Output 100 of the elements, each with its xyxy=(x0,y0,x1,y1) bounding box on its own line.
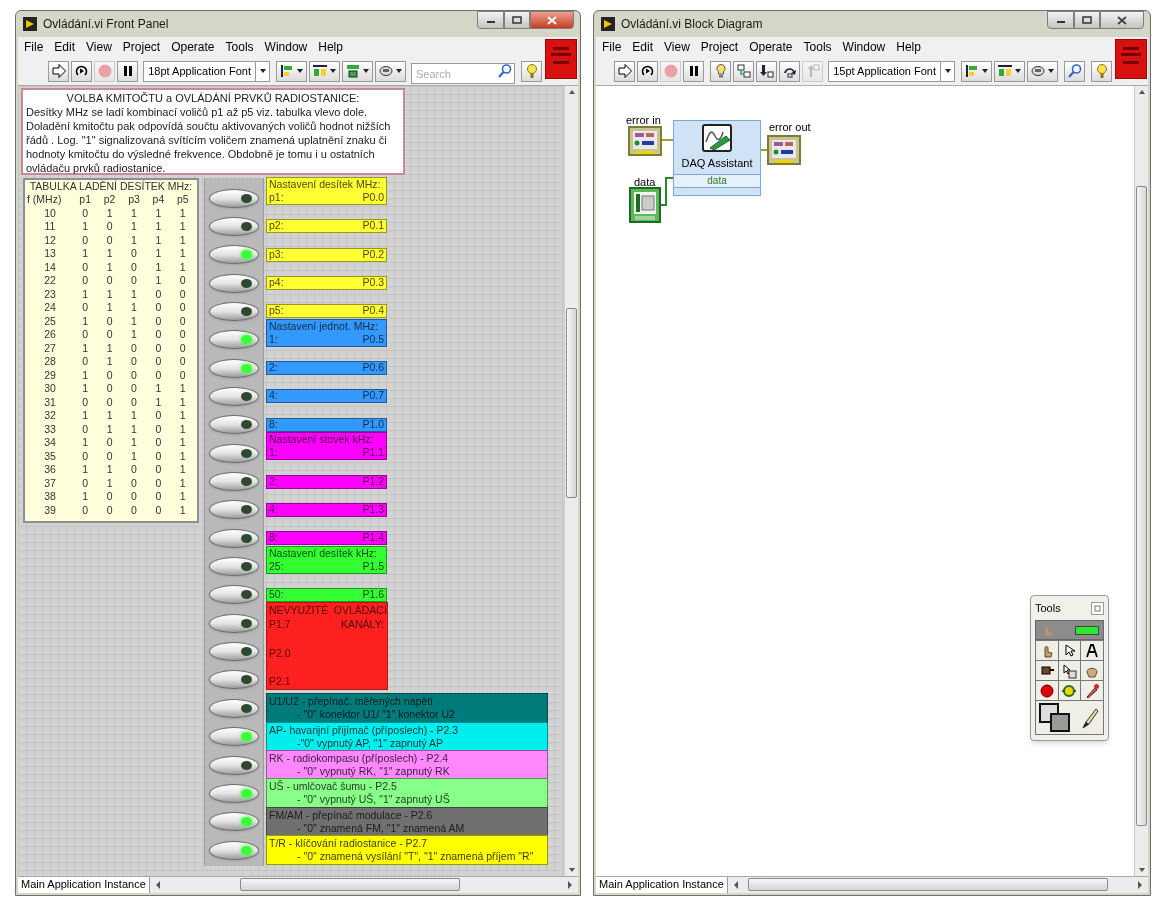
table-cell-text: 0 xyxy=(105,449,114,463)
terminal-label: error in xyxy=(626,113,661,128)
run-button[interactable] xyxy=(614,60,636,82)
table-cell-text: 10 xyxy=(43,206,57,220)
menu-item[interactable]: File xyxy=(602,38,622,56)
table-cell-text: 1 xyxy=(105,287,114,301)
menu-item[interactable]: Help xyxy=(896,38,921,56)
close-button[interactable] xyxy=(530,11,574,29)
table-cell-text: 1 xyxy=(178,503,187,517)
get-color-tool-button[interactable] xyxy=(1081,681,1103,700)
pause-button[interactable] xyxy=(117,60,139,82)
scrollbar-thumb[interactable] xyxy=(239,878,460,891)
table-cell-text: 0 xyxy=(130,355,138,369)
breakpoint-tool-button[interactable] xyxy=(1036,681,1058,700)
align-icon xyxy=(279,63,295,79)
font-dropdown[interactable]: 15pt Application Font xyxy=(828,60,955,82)
menu-item[interactable]: View xyxy=(664,38,690,56)
resize-icon xyxy=(345,63,361,79)
menu-item[interactable]: Operate xyxy=(749,38,793,56)
breakpoint-icon xyxy=(1038,682,1055,699)
menu-item[interactable]: Project xyxy=(700,38,739,56)
table-cell-text: 1 xyxy=(81,409,90,423)
probe-tool-button[interactable] xyxy=(1058,681,1081,700)
step-into-button[interactable] xyxy=(756,60,778,82)
zoom-icon xyxy=(1066,63,1083,79)
help-button[interactable] xyxy=(521,60,542,82)
reorder-dropdown[interactable] xyxy=(375,60,406,82)
step-over-button[interactable] xyxy=(779,60,801,82)
pin-name: P1.5 xyxy=(362,559,384,573)
minimize-button[interactable] xyxy=(477,11,504,29)
menu-item[interactable]: Edit xyxy=(54,38,76,56)
font-dropdown[interactable]: 18pt Application Font xyxy=(143,60,270,82)
pin-name: P0.5 xyxy=(362,332,384,346)
automatic-tool-button[interactable] xyxy=(1035,620,1104,640)
run-continuously-button[interactable] xyxy=(71,60,93,82)
menu-item[interactable]: Tools xyxy=(803,38,832,56)
menu-item[interactable]: Window xyxy=(842,38,886,56)
table-cell-text: 0 xyxy=(105,368,114,382)
close-button[interactable] xyxy=(1100,11,1144,29)
vertical-scrollbar[interactable] xyxy=(1134,86,1148,876)
group-header: Nastavení stovek kHz: xyxy=(269,433,375,447)
table-cell-text: 0 xyxy=(178,287,187,301)
distribute-objects-dropdown[interactable] xyxy=(309,60,340,82)
pause-button[interactable] xyxy=(683,60,705,82)
run-continuously-button[interactable] xyxy=(637,60,659,82)
pin-name: P0.7 xyxy=(362,389,384,403)
menu-item[interactable]: File xyxy=(24,38,44,56)
table-cell-text: 0 xyxy=(154,368,163,382)
table-cell-text: 0 xyxy=(130,274,138,288)
position-tool-button[interactable] xyxy=(1058,641,1081,660)
menu-item[interactable]: Edit xyxy=(632,38,654,56)
reorder-dropdown[interactable] xyxy=(1027,60,1058,82)
wiring-tool-button[interactable] xyxy=(1036,661,1058,680)
pin-name: P0.0 xyxy=(362,191,384,204)
cluster-terminal-icon[interactable] xyxy=(767,135,801,165)
menu-item[interactable]: Operate xyxy=(171,38,215,56)
table-cell-text: 1 xyxy=(105,422,114,436)
vertical-scrollbar[interactable] xyxy=(564,86,578,876)
highlight-execution-button[interactable] xyxy=(710,60,732,82)
channel-description: - "0" znamená vysílání "T", "1" znamená příjem "R" xyxy=(296,850,535,864)
operate-tool-button[interactable] xyxy=(1036,641,1058,660)
menu-item[interactable]: Project xyxy=(122,38,161,56)
caret-icon xyxy=(943,67,952,75)
column-header: p2 xyxy=(102,193,117,207)
resize-objects-dropdown[interactable] xyxy=(342,60,373,82)
table-cell-text: 0 xyxy=(154,301,163,315)
scroll-tool-button[interactable] xyxy=(1081,661,1103,680)
table-cell-text: 0 xyxy=(130,395,138,409)
channel-name: p1: xyxy=(269,191,284,204)
labeling-tool-button[interactable] xyxy=(1081,641,1103,660)
table-cell-text: 0 xyxy=(178,301,187,315)
help-button[interactable] xyxy=(1091,60,1112,82)
table-cell-text: 1 xyxy=(154,260,163,274)
maximize-button[interactable] xyxy=(504,11,530,29)
cluster-terminal-icon[interactable] xyxy=(628,126,662,156)
shortcut-menu-tool-button[interactable] xyxy=(1058,661,1081,680)
table-cell-text: 1 xyxy=(105,260,114,274)
menu-item[interactable]: Tools xyxy=(225,38,254,56)
minimize-button[interactable] xyxy=(1047,11,1074,29)
search-field[interactable]: Search xyxy=(411,63,515,84)
table-cell-text: 1 xyxy=(178,220,187,234)
array-terminal-icon[interactable] xyxy=(629,187,661,223)
menu-item[interactable]: Window xyxy=(264,38,308,56)
menu-item[interactable]: Help xyxy=(318,38,343,56)
scrollbar-thumb[interactable] xyxy=(566,308,577,498)
color-squares-icon[interactable] xyxy=(1039,702,1073,733)
table-cell-text: 0 xyxy=(178,314,187,328)
align-objects-dropdown[interactable] xyxy=(276,60,307,82)
channel-title: T/R - klíčování radiostanice - P2.7 xyxy=(269,837,429,851)
align-objects-dropdown[interactable] xyxy=(961,60,992,82)
scrollbar-thumb[interactable] xyxy=(1136,186,1147,826)
distribute-objects-dropdown[interactable] xyxy=(994,60,1025,82)
express-vi-node[interactable]: DAQ Assistant data xyxy=(673,120,761,196)
zoom-button[interactable] xyxy=(1064,60,1085,82)
scrollbar-thumb[interactable] xyxy=(747,878,1108,891)
table-cell-text: 0 xyxy=(178,355,187,369)
palette-button[interactable] xyxy=(1091,601,1104,615)
maximize-button[interactable] xyxy=(1074,11,1100,29)
run-button[interactable] xyxy=(48,60,70,82)
menu-item[interactable]: View xyxy=(86,38,112,56)
